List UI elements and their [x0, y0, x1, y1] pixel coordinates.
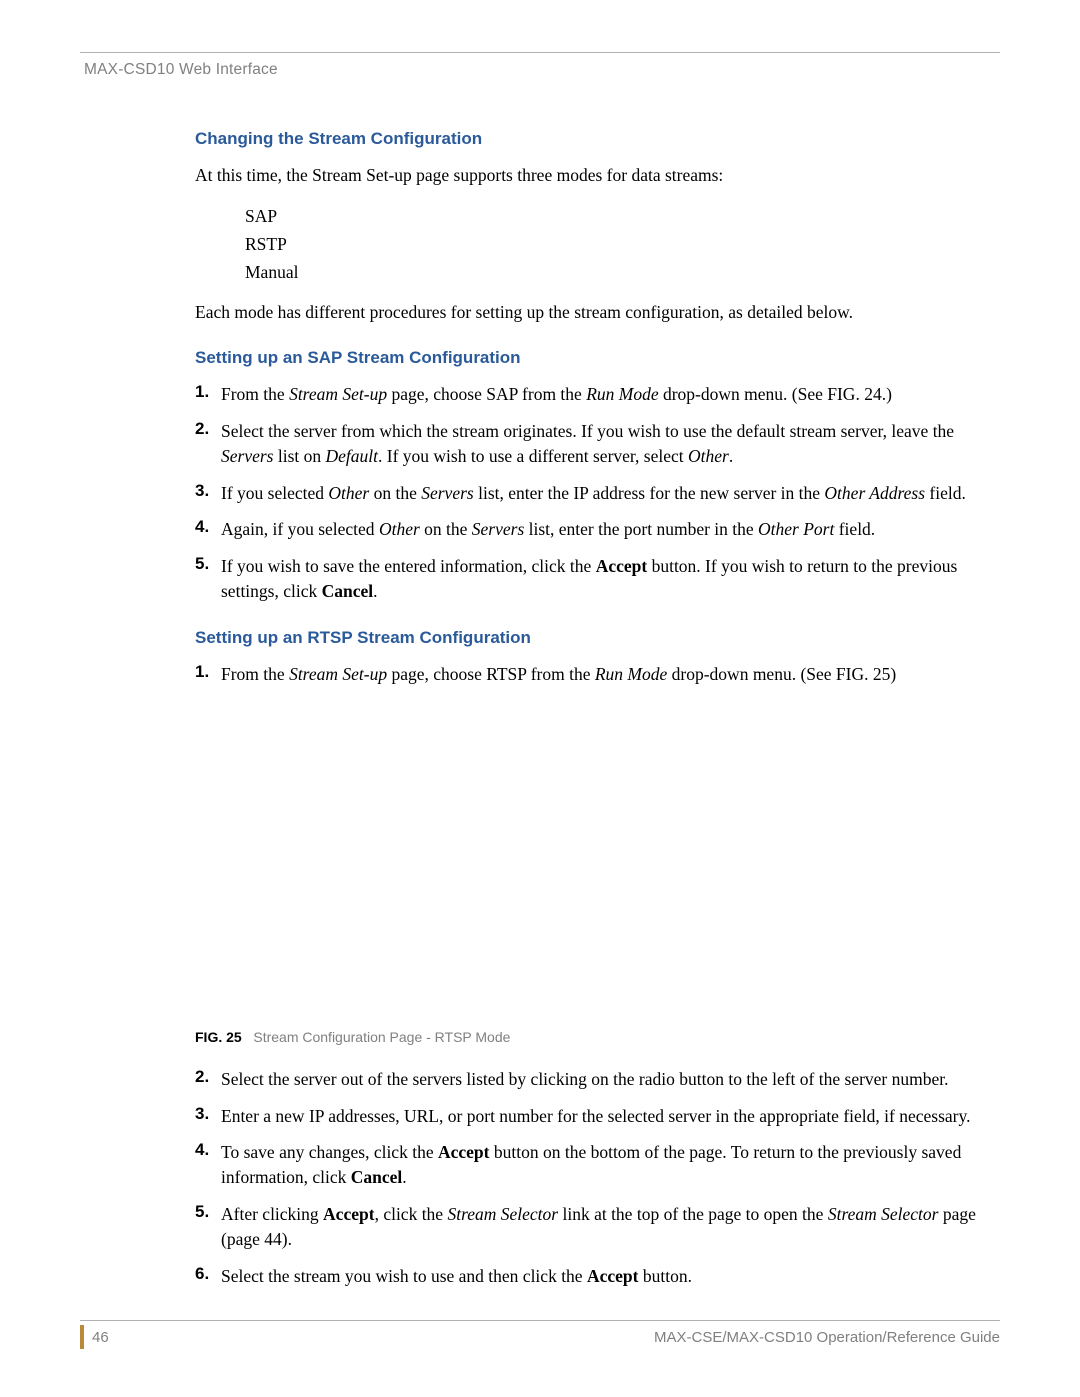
- step-number: 2.: [195, 419, 221, 439]
- step-number: 1.: [195, 662, 221, 682]
- step-number: 4.: [195, 1140, 221, 1160]
- italic-term: Other: [328, 483, 369, 503]
- italic-term: Stream Set-up: [289, 664, 387, 684]
- italic-term: Servers: [221, 446, 273, 466]
- step-number: 6.: [195, 1264, 221, 1284]
- body-intro: At this time, the Stream Set-up page sup…: [195, 163, 990, 188]
- step-number: 3.: [195, 481, 221, 501]
- mode-item: Manual: [245, 258, 990, 286]
- step-text: If you selected Other on the Servers lis…: [221, 481, 966, 506]
- bold-term: Accept: [587, 1266, 639, 1286]
- mode-item: SAP: [245, 202, 990, 230]
- step-list-rtsp-a: 1.From the Stream Set-up page, choose RT…: [195, 662, 990, 687]
- step-number: 3.: [195, 1104, 221, 1124]
- italic-term: Other: [379, 519, 420, 539]
- step-text: From the Stream Set-up page, choose SAP …: [221, 382, 892, 407]
- step-text: From the Stream Set-up page, choose RTSP…: [221, 662, 896, 687]
- footer-line: 46 MAX-CSE/MAX-CSD10 Operation/Reference…: [80, 1320, 1000, 1349]
- step-item: 2.Select the server from which the strea…: [195, 419, 990, 469]
- figure-25-placeholder: [195, 699, 990, 1029]
- bold-term: Cancel: [322, 581, 374, 601]
- step-item: 4.To save any changes, click the Accept …: [195, 1140, 990, 1190]
- italic-term: Other: [688, 446, 729, 466]
- bold-term: Accept: [323, 1204, 375, 1224]
- step-item: 1.From the Stream Set-up page, choose RT…: [195, 662, 990, 687]
- italic-term: Run Mode: [586, 384, 658, 404]
- step-text: If you wish to save the entered informat…: [221, 554, 990, 604]
- bold-term: Cancel: [351, 1167, 403, 1187]
- italic-term: Run Mode: [595, 664, 667, 684]
- step-text: Again, if you selected Other on the Serv…: [221, 517, 875, 542]
- step-text: Select the stream you wish to use and th…: [221, 1264, 692, 1289]
- italic-term: Stream Selector: [828, 1204, 939, 1224]
- footer-title: MAX-CSE/MAX-CSD10 Operation/Reference Gu…: [654, 1329, 1000, 1346]
- italic-term: Stream Set-up: [289, 384, 387, 404]
- page-number: 46: [92, 1329, 109, 1346]
- heading-rtsp-stream-config: Setting up an RTSP Stream Configuration: [195, 628, 990, 648]
- figure-label: FIG. 25: [195, 1029, 242, 1045]
- italic-term: Other Port: [758, 519, 834, 539]
- step-item: 5.If you wish to save the entered inform…: [195, 554, 990, 604]
- figure-caption-text: Stream Configuration Page - RTSP Mode: [253, 1029, 510, 1045]
- step-number: 5.: [195, 554, 221, 574]
- step-item: 3.Enter a new IP addresses, URL, or port…: [195, 1104, 990, 1129]
- step-text: Select the server from which the stream …: [221, 419, 990, 469]
- step-item: 1.From the Stream Set-up page, choose SA…: [195, 382, 990, 407]
- step-text: To save any changes, click the Accept bu…: [221, 1140, 990, 1190]
- step-item: 6.Select the stream you wish to use and …: [195, 1264, 990, 1289]
- bold-term: Accept: [438, 1142, 490, 1162]
- page-content: Changing the Stream Configuration At thi…: [195, 129, 990, 1289]
- mode-item: RSTP: [245, 230, 990, 258]
- italic-term: Stream Selector: [447, 1204, 558, 1224]
- step-item: 3.If you selected Other on the Servers l…: [195, 481, 990, 506]
- step-item: 4.Again, if you selected Other on the Se…: [195, 517, 990, 542]
- page-number-block: 46: [80, 1325, 109, 1349]
- italic-term: Servers: [421, 483, 473, 503]
- figure-25-caption: FIG. 25 Stream Configuration Page - RTSP…: [195, 1029, 990, 1045]
- mode-list: SAP RSTP Manual: [245, 202, 990, 286]
- italic-term: Servers: [472, 519, 524, 539]
- heading-changing-stream-config: Changing the Stream Configuration: [195, 129, 990, 149]
- header-chapter: MAX-CSD10 Web Interface: [84, 61, 278, 78]
- step-item: 2.Select the server out of the servers l…: [195, 1067, 990, 1092]
- step-number: 1.: [195, 382, 221, 402]
- step-list-rtsp-b: 2.Select the server out of the servers l…: [195, 1067, 990, 1289]
- step-number: 5.: [195, 1202, 221, 1222]
- italic-term: Default: [326, 446, 379, 466]
- step-text: After clicking Accept, click the Stream …: [221, 1202, 990, 1252]
- italic-term: Other Address: [824, 483, 925, 503]
- step-item: 5.After clicking Accept, click the Strea…: [195, 1202, 990, 1252]
- step-text: Select the server out of the servers lis…: [221, 1067, 949, 1092]
- footer-accent-bar: [80, 1325, 84, 1349]
- document-page: MAX-CSD10 Web Interface Changing the Str…: [0, 0, 1080, 1397]
- step-number: 2.: [195, 1067, 221, 1087]
- heading-sap-stream-config: Setting up an SAP Stream Configuration: [195, 348, 990, 368]
- step-text: Enter a new IP addresses, URL, or port n…: [221, 1104, 970, 1129]
- step-list-sap: 1.From the Stream Set-up page, choose SA…: [195, 382, 990, 604]
- page-header: MAX-CSD10 Web Interface: [80, 52, 1000, 79]
- body-outro: Each mode has different procedures for s…: [195, 300, 990, 325]
- bold-term: Accept: [596, 556, 648, 576]
- page-footer: 46 MAX-CSE/MAX-CSD10 Operation/Reference…: [80, 1320, 1000, 1349]
- step-number: 4.: [195, 517, 221, 537]
